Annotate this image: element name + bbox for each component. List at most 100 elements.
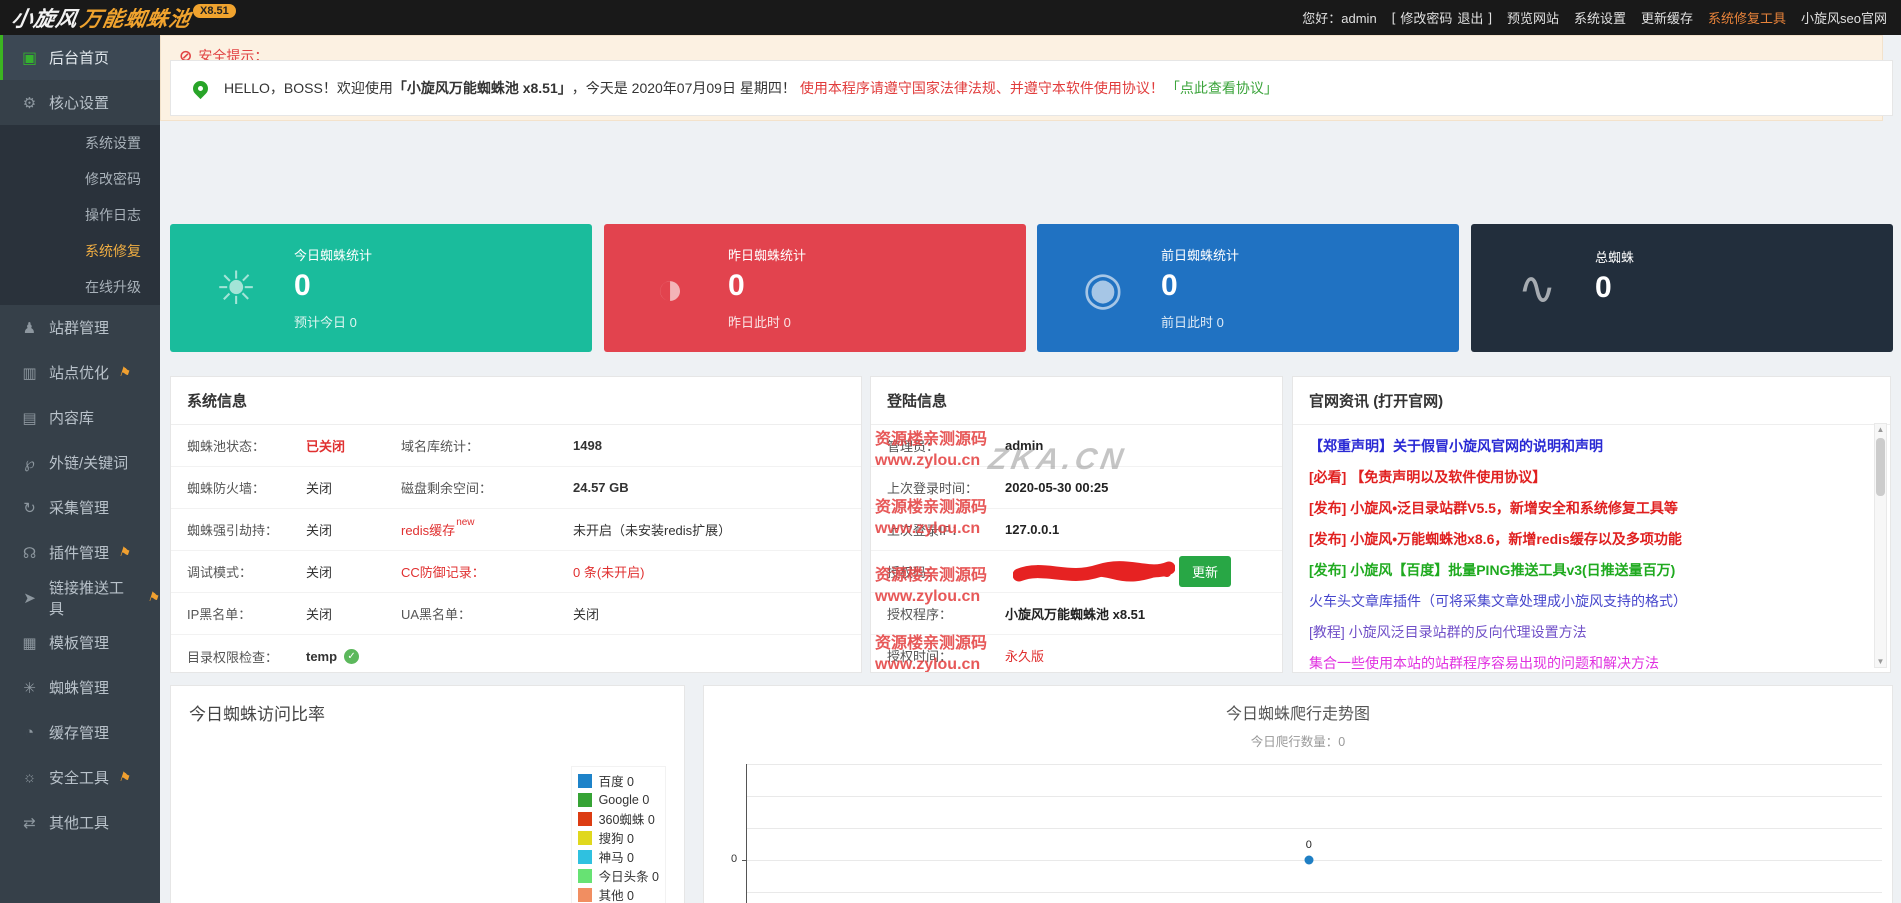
info-label: UA黑名单： (401, 607, 472, 622)
change-password-link[interactable]: 修改密码 (1400, 8, 1452, 27)
sidebar-item-cache[interactable]: ◔ 缓存管理 (0, 710, 160, 755)
sidebar-item-label: 内容库 (49, 410, 95, 427)
top-nav-link[interactable]: 系统设置 (1574, 8, 1626, 27)
sidebar-item-spiders[interactable]: ✳ 蜘蛛管理 (0, 665, 160, 710)
auth-code-label: 授权码： (887, 565, 940, 580)
legend-swatch (577, 792, 592, 807)
news-link[interactable]: 【郑重声明】关于假冒小旋风官网的说明和声明 (1293, 431, 1890, 462)
legend-entry[interactable]: 360蜘蛛 0 (577, 809, 659, 828)
sidebar-item-label: 采集管理 (49, 500, 110, 517)
sidebar-item-templates[interactable]: ▦ 模板管理 (0, 620, 160, 665)
legend-label: 今日头条 0 (598, 870, 659, 884)
news-scrollbar[interactable]: ▲ ▼ (1874, 423, 1887, 668)
scrollbar-thumb[interactable] (1876, 438, 1885, 496)
sidebar-item-links-keywords[interactable]: ℘ 外链/关键词 (0, 440, 160, 485)
legend-entry[interactable]: 神马 0 (577, 847, 659, 866)
agreement-link[interactable]: 「点此查看协议」 (1166, 78, 1278, 98)
grid-icon: ▦ (22, 634, 37, 652)
news-link[interactable]: [教程] 小旋风泛目录站群的反向代理设置方法 (1293, 617, 1890, 648)
news-link[interactable]: 火车头文章库插件（可将采集文章处理成小旋风支持的格式） (1293, 586, 1890, 617)
top-nav-link[interactable]: 预览网站 (1507, 8, 1559, 27)
top-nav-link[interactable]: 小旋风seo官网 (1801, 8, 1887, 27)
legal-warning: 使用本程序请遵守国家法律法规、并遵守本软件使用协议！ (799, 80, 1164, 96)
legend-entry[interactable]: 百度 0 (577, 771, 659, 790)
sidebar-item-other-tools[interactable]: ⇄ 其他工具 (0, 800, 160, 845)
sidebar-item-site-group[interactable]: ♟ 站群管理 (0, 305, 160, 350)
legend-label: 百度 0 (598, 775, 634, 789)
top-nav-link[interactable]: 系统修复工具 (1708, 8, 1786, 27)
sidebar-item-operation-log[interactable]: 操作日志 (0, 197, 160, 233)
stat-card-yesterday: ◑ 昨日蜘蛛统计 0 昨日此时 0 (604, 224, 1026, 352)
login-label: 授权时间： (887, 649, 953, 664)
top-nav-link[interactable]: 更新缓存 (1641, 8, 1693, 27)
legend-entry[interactable]: 搜狗 0 (577, 828, 659, 847)
check-icon: ✓ (344, 648, 360, 664)
pie-chart-title: 今日蜘蛛访问比率 (189, 705, 325, 724)
sidebar-item-plugins[interactable]: ☊ 插件管理 ⚑ (0, 530, 160, 575)
pin-icon: ⚑ (117, 543, 133, 561)
login-value: 127.0.0.1 (1005, 522, 1060, 537)
sidebar-item-collect[interactable]: ↻ 采集管理 (0, 485, 160, 530)
app-logo[interactable]: 小旋风 万能蜘蛛池 X8.51 (9, 3, 236, 33)
logout-link[interactable]: 退出 (1457, 8, 1483, 27)
info-label: redis缓存 (401, 523, 456, 538)
news-link[interactable]: 集合一些使用本站的站群程序容易出现的问题和解决方法 (1293, 648, 1890, 672)
login-label: 上次登录时间： (887, 481, 979, 496)
stat-subtitle (1595, 314, 1634, 329)
login-info-row: 上次登录时间： 2020-05-30 00:25 (871, 467, 1282, 509)
greeting-text: 您好：admin (1302, 11, 1377, 26)
sidebar-item-link-push[interactable]: ➤ 链接推送工具 ⚑ (0, 575, 162, 620)
update-auth-button[interactable]: 更新 (1179, 556, 1232, 587)
y-axis-tick-mark (742, 860, 747, 861)
sidebar-item-label: 在线升级 (85, 279, 141, 295)
info-value: 0 条(未开启) (573, 565, 645, 580)
logo-text-main: 小旋风 (9, 7, 80, 31)
sidebar-item-label: 其他工具 (49, 815, 110, 832)
monitor-icon: ▣ (21, 49, 38, 67)
scroll-up-arrow[interactable]: ▲ (1875, 425, 1886, 434)
login-label: 上次登录IP： (887, 523, 965, 538)
sidebar-item-site-optimize[interactable]: ▥ 站点优化 ⚑ (0, 350, 160, 395)
open-official-site-link[interactable]: (打开官网) (1373, 393, 1443, 410)
legend-entry[interactable]: Google 0 (577, 790, 659, 809)
refresh-icon: ↻ (23, 499, 36, 517)
sidebar-item-change-password[interactable]: 修改密码 (0, 161, 160, 197)
sidebar-item-label: 系统设置 (85, 135, 141, 151)
legend-entry[interactable]: 今日头条 0 (577, 866, 659, 885)
auth-code-row: 授权码： 更新 (871, 551, 1282, 593)
sidebar-item-core-settings[interactable]: ⚙ 核心设置 (0, 80, 160, 125)
news-link[interactable]: [发布] 小旋风•万能蜘蛛池x8.6，新增redis缓存以及多项功能 (1293, 524, 1890, 555)
login-info-row: 管理员： admin (871, 425, 1282, 467)
news-link[interactable]: [发布] 小旋风【百度】批量PING推送工具v3(日推送量百万) (1293, 555, 1890, 586)
line-chart-subtitle: 今日爬行数量：0 (1250, 735, 1346, 749)
user-icon: ♟ (22, 319, 37, 337)
data-point-label: 0 (1305, 839, 1312, 851)
line-chart-title: 今日蜘蛛爬行走势图 (1225, 706, 1370, 723)
login-label: 管理员： (887, 439, 940, 454)
sidebar-item-home[interactable]: ▣ 后台首页 (0, 35, 160, 80)
product-name: 「小旋风万能蜘蛛池 x8.51」 (392, 80, 572, 96)
sidebar-item-label: 链接推送工具 (49, 579, 125, 618)
trend-icon: ∿ (1517, 262, 1557, 314)
login-info-row: 授权时间： 永久版 (871, 635, 1282, 672)
line-chart-plot-area: 0 0 (731, 764, 1882, 903)
data-point[interactable] (1304, 855, 1314, 865)
legend-entry[interactable]: 其他 0 (577, 885, 659, 903)
plug-icon: ☊ (22, 544, 37, 562)
stat-card-daybefore: ◉ 前日蜘蛛统计 0 前日此时 0 (1037, 224, 1459, 352)
legend-swatch (577, 868, 592, 883)
sidebar-item-system-settings[interactable]: 系统设置 (0, 125, 160, 161)
welcome-banner: HELLO，BOSS！欢迎使用 「小旋风万能蜘蛛池 x8.51」 ，今天是 20… (170, 60, 1893, 116)
sidebar-item-system-repair[interactable]: 系统修复 (0, 233, 160, 269)
info-value: 关闭 (306, 523, 333, 538)
sidebar-item-online-upgrade[interactable]: 在线升级 (0, 269, 160, 305)
sidebar-item-label: 缓存管理 (49, 725, 110, 742)
scroll-down-arrow[interactable]: ▼ (1875, 657, 1886, 666)
news-link[interactable]: [发布] 小旋风•泛目录站群V5.5，新增安全和系统修复工具等 (1293, 493, 1890, 524)
sidebar-item-content-library[interactable]: ▤ 内容库 (0, 395, 160, 440)
login-value: 小旋风万能蜘蛛池 x8.51 (1005, 607, 1146, 622)
news-link[interactable]: [必看] 【免责声明以及软件使用协议】 (1293, 462, 1890, 493)
sidebar-item-security-tools[interactable]: ☼ 安全工具 ⚑ (0, 755, 160, 800)
news-title: 官网资讯 (1309, 393, 1370, 410)
legend-label: 360蜘蛛 0 (598, 813, 655, 827)
